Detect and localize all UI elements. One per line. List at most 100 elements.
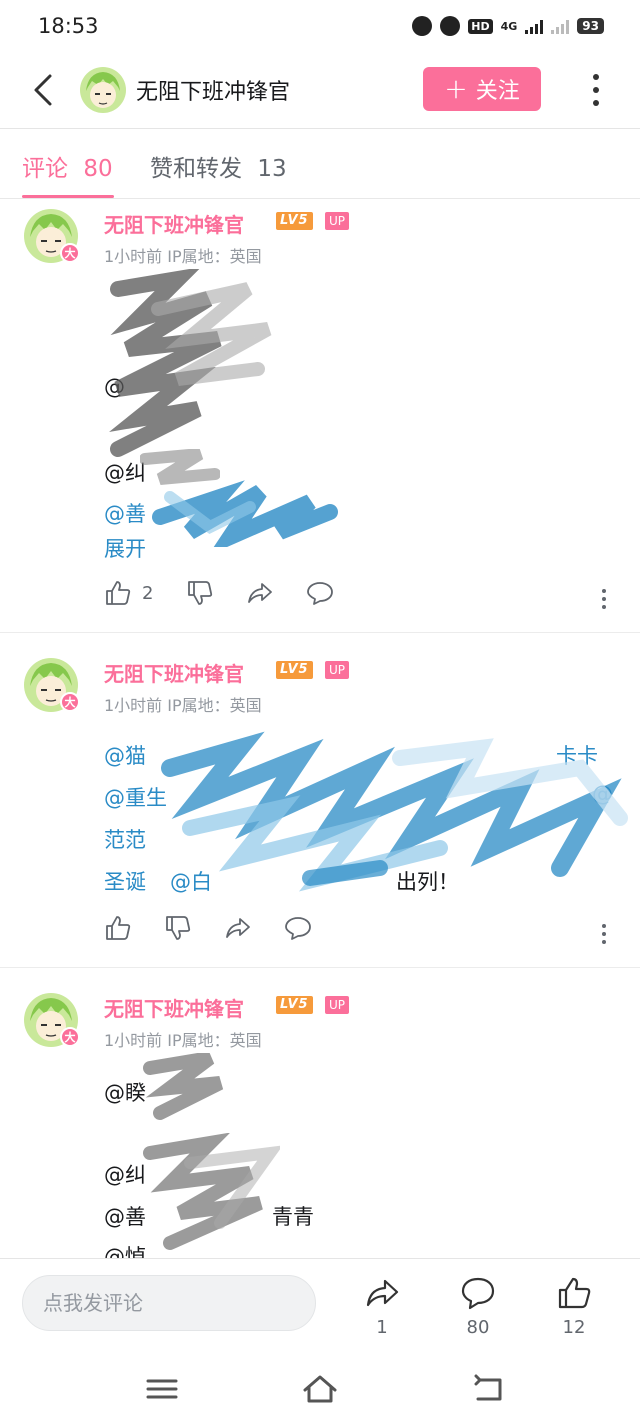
avatar-badge: 大 [60, 1027, 80, 1047]
mention-link[interactable]: 卡卡 [556, 740, 598, 770]
expand-link[interactable]: 展开 [104, 533, 146, 563]
up-badge: UP [325, 661, 350, 679]
tab-bar: 评论 80 赞和转发 13 [0, 129, 640, 199]
like-button[interactable] [104, 914, 142, 942]
comment-text: 出列！ [396, 870, 459, 894]
reply-button[interactable] [306, 579, 334, 607]
comment-text-line: @纠 [104, 461, 146, 485]
level-badge: LV5 [276, 996, 313, 1014]
tab-comments[interactable]: 评论 80 [22, 149, 113, 183]
battery-icon: 93 [577, 18, 604, 34]
share-button[interactable] [246, 579, 274, 607]
mention-link[interactable]: 范范 [104, 824, 146, 854]
like-count: 12 [562, 1317, 586, 1338]
comment-item: 大 无阻下班冲锋官 LV5 UP 1小时前 IP属地：英国 @睽 @纠 @善 青… [0, 983, 640, 1258]
redaction-scribble [109, 269, 272, 457]
network-label: 4G [500, 19, 518, 33]
mention-link[interactable]: @猫 [104, 740, 146, 770]
more-options-icon[interactable] [586, 70, 606, 110]
like-count: 2 [142, 582, 154, 604]
share-button[interactable] [224, 914, 252, 942]
tab-likes-and-shares[interactable]: 赞和转发 13 [150, 149, 287, 183]
comment-text-line: @睽 [104, 1081, 146, 1105]
thumbs-down-icon [188, 581, 213, 605]
comment-meta: 1小时前 IP属地：英国 [104, 247, 262, 266]
status-time: 18:53 [38, 14, 99, 38]
comment-username[interactable]: 无阻下班冲锋官 [104, 209, 244, 238]
comment-meta: 1小时前 IP属地：英国 [104, 1031, 262, 1050]
like-button[interactable]: 2 [104, 579, 153, 607]
comment-item: 大 无阻下班冲锋官 LV5 UP 1小时前 IP属地：英国 @猫 卡卡 @重生 … [0, 648, 640, 968]
comment-count: 80 [466, 1317, 490, 1338]
comment-text-line: 青青 [272, 1205, 314, 1229]
share-count: 1 [376, 1317, 388, 1338]
plus-icon: + [444, 72, 468, 105]
comment-more-icon[interactable] [598, 920, 610, 948]
comment-username[interactable]: 无阻下班冲锋官 [104, 993, 244, 1022]
comment-bubble-icon [461, 1277, 495, 1310]
share-icon [226, 918, 250, 938]
comment-username[interactable]: 无阻下班冲锋官 [104, 658, 244, 687]
mention-link[interactable]: @ [592, 782, 613, 806]
comment-text-line: @悼 [104, 1245, 146, 1258]
like-button[interactable]: 12 [544, 1275, 604, 1338]
dislike-button[interactable] [164, 914, 192, 942]
tab-count: 13 [257, 156, 287, 182]
page-title: 无阻下班冲锋官 [136, 80, 291, 105]
menu-icon[interactable] [142, 1372, 182, 1406]
system-nav-bar [0, 1358, 640, 1426]
hd-icon: HD [468, 18, 493, 34]
signal-icon-2 [551, 18, 570, 34]
avatar-badge: 大 [60, 243, 80, 263]
follow-label: 关注 [475, 79, 520, 104]
comment-item: 大 无阻下班冲锋官 LV5 UP 1小时前 IP属地：英国 @ @纠 @善 展开… [0, 199, 640, 633]
thumbs-up-icon [106, 916, 131, 940]
reply-button[interactable] [284, 914, 312, 942]
comment-text-line: @善 [104, 1205, 146, 1229]
comment-actions: 2 [0, 579, 640, 619]
comment-bubble-icon [285, 917, 311, 940]
share-icon [366, 1279, 399, 1307]
comment-bubble-icon [307, 582, 333, 605]
back-arrow-icon[interactable] [30, 70, 58, 110]
comment-text-line: @纠 [104, 1163, 146, 1187]
comment-input[interactable]: 点我发评论 [22, 1275, 316, 1331]
mention-link[interactable]: @善 [104, 498, 146, 528]
redaction-scribble [152, 480, 338, 547]
bottom-action-bar: 点我发评论 1 80 12 [0, 1258, 640, 1358]
mention-link[interactable]: 圣诞 [104, 866, 146, 896]
thumbs-up-icon [558, 1277, 591, 1309]
redaction-scribble [143, 1053, 224, 1120]
status-icons: HD 4G 93 [412, 16, 604, 36]
thumbs-down-icon [166, 916, 191, 940]
dislike-button[interactable] [186, 579, 214, 607]
avatar[interactable] [80, 67, 126, 113]
comment-actions [0, 914, 640, 954]
comment-text-line: @ [104, 375, 125, 399]
level-badge: LV5 [276, 661, 313, 679]
up-badge: UP [325, 212, 350, 230]
redaction-scribble [140, 449, 220, 485]
tab-label: 评论 [22, 156, 68, 182]
status-bar: 18:53 HD 4G 93 [0, 0, 640, 52]
divider [0, 967, 640, 968]
tab-count: 80 [83, 156, 113, 182]
level-badge: LV5 [276, 212, 313, 230]
avatar-badge: 大 [60, 692, 80, 712]
share-button[interactable]: 1 [352, 1275, 412, 1338]
tab-label: 赞和转发 [150, 156, 242, 182]
back-icon[interactable] [468, 1372, 508, 1406]
share-icon [248, 583, 272, 603]
comment-button[interactable]: 80 [448, 1275, 508, 1338]
redaction-scribble [143, 1133, 280, 1250]
mention-link[interactable]: @白 [170, 866, 212, 896]
divider [0, 632, 640, 633]
follow-button[interactable]: + 关注 [423, 67, 541, 111]
comment-more-icon[interactable] [598, 585, 610, 613]
thumbs-up-icon [106, 581, 131, 605]
home-icon[interactable] [300, 1372, 340, 1406]
signal-icon [525, 18, 544, 34]
mute-icon [440, 16, 461, 36]
comment-meta: 1小时前 IP属地：英国 [104, 696, 262, 715]
mention-link[interactable]: @重生 [104, 782, 167, 812]
